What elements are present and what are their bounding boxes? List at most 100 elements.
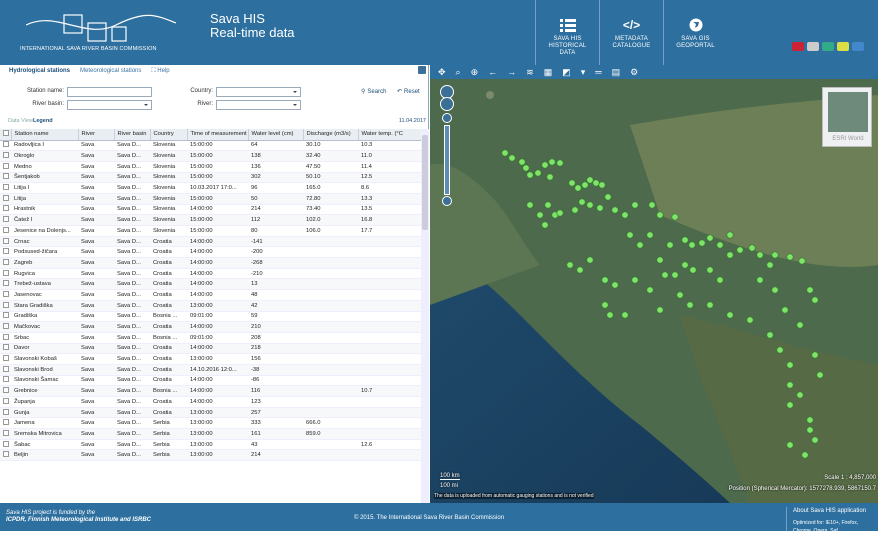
station-marker[interactable] <box>501 149 509 157</box>
table-row[interactable]: Jesenice na Dolenjs... Sava Sava D... Slove… <box>0 225 428 237</box>
print-icon[interactable]: ▤ <box>612 67 621 78</box>
station-marker[interactable] <box>586 201 594 209</box>
table-row[interactable]: Šentjakob Sava Sava D... Slovenia 15:00:00 30… <box>0 172 428 184</box>
station-marker[interactable] <box>706 266 714 274</box>
flag-hr-icon[interactable] <box>822 42 834 51</box>
row-checkbox[interactable] <box>0 449 11 462</box>
table-row[interactable]: Rugvica Sava Sava D... Croatia 14:00:00 -210 <box>0 268 428 280</box>
table-scrollbar[interactable] <box>421 129 429 503</box>
flag-en-icon[interactable] <box>792 42 804 51</box>
zoom-slider[interactable] <box>444 125 450 195</box>
station-marker[interactable] <box>786 401 794 409</box>
measure-icon[interactable]: ═ <box>595 67 601 77</box>
station-marker[interactable] <box>671 213 679 221</box>
station-marker[interactable] <box>596 204 604 212</box>
legend-tab[interactable]: Legend <box>33 118 53 124</box>
station-marker[interactable] <box>621 311 629 319</box>
row-checkbox[interactable] <box>0 278 11 291</box>
station-marker[interactable] <box>534 169 542 177</box>
station-marker[interactable] <box>798 257 806 265</box>
nav-metadata-catalogue[interactable]: </> METADATA CATALOGUE <box>599 0 663 65</box>
row-checkbox[interactable] <box>0 214 11 226</box>
station-marker[interactable] <box>526 201 534 209</box>
station-marker[interactable] <box>716 241 724 249</box>
column-header[interactable]: River basin <box>114 129 151 141</box>
table-row[interactable]: Zagreb Sava Sava D... Croatia 14:00:00 -268 <box>0 257 428 269</box>
station-marker[interactable] <box>748 244 756 252</box>
table-row[interactable]: Jasenovac Sava Sava D... Croatia 14:00:00 48 <box>0 289 428 301</box>
table-row[interactable]: Trebež-ustava Sava Sava D... Croatia 14:00:0… <box>0 278 428 291</box>
table-row[interactable]: Jamena Sava Sava D... Serbia 13:00:00 333 666.… <box>0 417 428 430</box>
station-marker[interactable] <box>621 211 629 219</box>
station-marker[interactable] <box>698 239 706 247</box>
station-marker[interactable] <box>656 256 664 264</box>
station-marker[interactable] <box>526 171 534 179</box>
station-marker[interactable] <box>508 154 516 162</box>
column-header[interactable]: River <box>78 129 115 141</box>
station-marker[interactable] <box>541 221 549 229</box>
station-marker[interactable] <box>676 291 684 299</box>
table-row[interactable]: Gunja Sava Sava D... Croatia 13:00:00 257 <box>0 407 428 419</box>
row-checkbox[interactable] <box>0 332 11 344</box>
station-marker[interactable] <box>801 451 809 459</box>
table-row[interactable]: Sremska Mitrovica Sava Sava D... Serbia 13:0… <box>0 428 428 440</box>
station-marker[interactable] <box>786 361 794 369</box>
station-marker[interactable] <box>781 306 789 314</box>
station-marker[interactable] <box>766 331 774 339</box>
row-checkbox[interactable] <box>0 150 11 162</box>
station-marker[interactable] <box>576 266 584 274</box>
row-checkbox[interactable] <box>0 311 11 323</box>
station-marker[interactable] <box>666 241 674 249</box>
station-marker[interactable] <box>636 241 644 249</box>
station-marker[interactable] <box>726 311 734 319</box>
station-marker[interactable] <box>681 261 689 269</box>
station-marker[interactable] <box>796 321 804 329</box>
zoom-extent-icon[interactable]: ⊕ <box>471 67 479 78</box>
row-checkbox[interactable] <box>0 257 11 269</box>
row-checkbox[interactable] <box>0 204 11 216</box>
collapse-panel-button[interactable] <box>418 66 426 74</box>
table-row[interactable]: Beljin Sava Sava D... Serbia 13:00:00 214 <box>0 449 428 462</box>
filter-icon[interactable]: ▾ <box>581 67 586 78</box>
about-link[interactable]: About Sava HIS application <box>793 507 878 515</box>
row-checkbox[interactable] <box>0 246 11 259</box>
station-marker[interactable] <box>571 206 579 214</box>
row-checkbox[interactable] <box>0 321 11 333</box>
row-checkbox[interactable] <box>0 396 11 408</box>
station-marker[interactable] <box>689 266 697 274</box>
station-marker[interactable] <box>726 251 734 259</box>
table-row[interactable]: Grebnice Sava Sava D... Bosnia ... 14:00:00 1… <box>0 385 428 397</box>
station-marker[interactable] <box>574 184 582 192</box>
back-icon[interactable]: ← <box>488 67 497 77</box>
station-marker[interactable] <box>776 346 784 354</box>
station-marker[interactable] <box>648 201 656 209</box>
station-marker[interactable] <box>796 391 804 399</box>
station-marker[interactable] <box>806 286 814 294</box>
station-marker[interactable] <box>611 206 619 214</box>
isrbc-logo[interactable]: INTERNATIONAL SAVA RIVER BASIN COMMISSIO… <box>6 5 192 57</box>
station-marker[interactable] <box>671 271 679 279</box>
column-header[interactable]: Station name <box>11 129 79 141</box>
station-marker[interactable] <box>786 441 794 449</box>
table-row[interactable]: Županja Sava Sava D... Croatia 14:00:00 123 <box>0 396 428 408</box>
station-marker[interactable] <box>592 179 600 187</box>
station-marker[interactable] <box>816 371 824 379</box>
data-view-tab[interactable]: Data View <box>8 118 33 124</box>
table-row[interactable]: Stara Gradiška Sava Sava D... Croatia 13:00:… <box>0 300 428 312</box>
station-marker[interactable] <box>688 241 696 249</box>
tab-help[interactable]: ⛶ Help <box>151 68 169 75</box>
station-marker[interactable] <box>686 301 694 309</box>
row-checkbox[interactable] <box>0 385 11 397</box>
row-checkbox[interactable] <box>0 428 11 440</box>
grid-icon[interactable]: ▦ <box>544 67 553 78</box>
table-row[interactable]: Hrastnik Sava Sava D... Slovenia 14:00:00 214… <box>0 204 428 216</box>
column-header[interactable]: Water temp. (°C <box>358 129 429 141</box>
station-marker[interactable] <box>578 198 586 206</box>
station-marker[interactable] <box>546 173 554 181</box>
select-icon[interactable]: ◩ <box>562 67 571 78</box>
row-checkbox[interactable] <box>0 375 11 387</box>
row-checkbox[interactable] <box>0 172 11 184</box>
tab-hydrological[interactable]: Hydrological stations <box>9 68 70 74</box>
row-checkbox[interactable] <box>0 289 11 301</box>
station-marker[interactable] <box>606 311 614 319</box>
